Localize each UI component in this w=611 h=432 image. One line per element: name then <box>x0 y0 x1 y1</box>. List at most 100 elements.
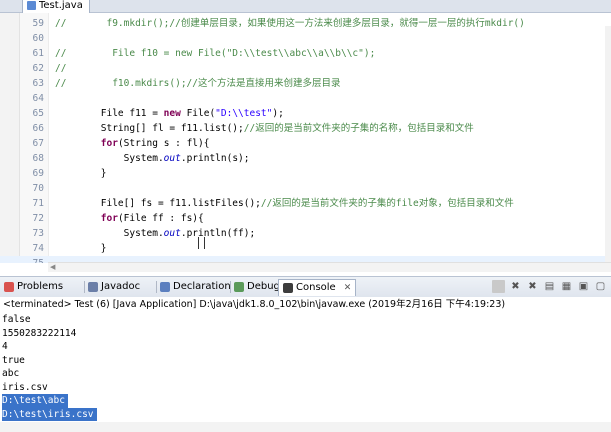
code-text: System.out.println(s); <box>55 151 250 166</box>
code-text: String[] fl = f11.list();//返回的是当前文件夹的子集的… <box>55 121 474 136</box>
line-number: 72 <box>32 213 44 224</box>
editor-tab-label: Test.java <box>39 0 83 11</box>
tab-label: Javadoc <box>101 281 141 292</box>
console-output[interactable]: false 1550283222114 4 true abc iris.csv D:\tes… <box>0 313 611 432</box>
code-line[interactable]: 66 String[] fl = f11.list();//返回的是当前文件夹的… <box>0 121 611 136</box>
line-number: 74 <box>32 243 44 254</box>
code-text: System.out.println(ff); <box>55 226 256 241</box>
java-file-icon <box>27 1 36 10</box>
code-text: } <box>55 166 107 181</box>
code-token: // f9.mkdir();//创建单层目录，如果使用这一方法来创建多层目录，就… <box>55 18 525 29</box>
code-token: // File f10 = new File("D:\\test\\abc\\a… <box>55 48 376 59</box>
code-line[interactable]: 74 } <box>0 241 611 256</box>
code-line[interactable]: 60 <box>0 31 611 46</box>
code-line[interactable]: 61 // File f10 = new File("D:\\test\\abc\… <box>0 46 611 61</box>
editor-tab-test-java[interactable]: Test.java <box>22 0 90 13</box>
code-token: ); <box>272 108 284 119</box>
code-line[interactable]: 72 for(File ff : fs){ <box>0 211 611 226</box>
code-line[interactable]: 69 } <box>0 166 611 181</box>
code-text: } <box>55 241 107 256</box>
console-output-line[interactable]: D:\test\iris.csv <box>2 407 97 421</box>
console-output-line[interactable]: true <box>2 354 25 368</box>
code-text: // <box>55 61 66 76</box>
code-line[interactable]: 59 // f9.mkdir();//创建单层目录，如果使用这一方法来创建多层目录… <box>0 16 611 31</box>
pin-icon[interactable]: ▦ <box>560 280 573 293</box>
code-token: } <box>55 168 107 179</box>
console-toolbar: ✖ ✖ ▤ ▦ ▣ ▢ ▬ ▭ <box>492 278 611 294</box>
console-output-line[interactable]: D:\test\abc <box>2 394 68 408</box>
code-line[interactable]: 71 File[] fs = f11.listFiles();//返回的是当前文… <box>0 196 611 211</box>
line-number: 66 <box>32 123 44 134</box>
console-output-line[interactable]: 1550283222114 <box>2 327 76 341</box>
tab-separator <box>230 281 231 293</box>
code-line[interactable]: 62 // <box>0 61 611 76</box>
code-line[interactable]: 65 File f11 = new File("D:\\test"); <box>0 106 611 121</box>
code-token: .println(ff); <box>180 228 256 239</box>
code-line[interactable]: 63 // f10.mkdirs();//这个方法是直接用来创建多层目录 <box>0 76 611 91</box>
code-line[interactable]: 68 System.out.println(s); <box>0 151 611 166</box>
code-text: File[] fs = f11.listFiles();//返回的是当前文件夹的… <box>55 196 514 211</box>
console-output-line[interactable]: false <box>2 313 31 327</box>
scroll-left-icon[interactable]: ◀ <box>50 263 55 272</box>
code-token: new <box>163 108 181 119</box>
code-text: for(File ff : fs){ <box>55 211 204 226</box>
code-text: // File f10 = new File("D:\\test\\abc\\a… <box>55 46 375 61</box>
editor-horizontal-scrollbar[interactable]: ◀ <box>48 262 611 272</box>
code-token: // <box>55 63 67 74</box>
line-number: 69 <box>32 168 44 179</box>
line-number: 64 <box>32 93 44 104</box>
stop-icon[interactable] <box>492 279 505 293</box>
line-number: 61 <box>32 48 44 59</box>
line-number: 63 <box>32 78 44 89</box>
code-text: File f11 = new File("D:\\test"); <box>55 106 284 121</box>
declaration-icon <box>160 282 170 292</box>
console-horizontal-scrollbar[interactable] <box>0 422 611 432</box>
tab-separator <box>84 281 85 293</box>
tab-label: Problems <box>17 281 64 292</box>
code-token: File f11 = <box>55 108 164 119</box>
code-token: String[] fl = f11.list(); <box>55 123 244 134</box>
tab-javadoc[interactable]: Javadoc <box>88 279 140 295</box>
tab-label: Declaration <box>173 281 231 292</box>
code-line[interactable]: 67 for(String s : fl){ <box>0 136 611 151</box>
code-token: } <box>55 243 107 254</box>
problems-icon <box>4 282 14 292</box>
code-token: File[] fs = f11.listFiles(); <box>55 198 261 209</box>
code-token: for <box>100 138 118 149</box>
debug-icon <box>234 282 244 292</box>
console-status-text: <terminated> Test (6) [Java Application]… <box>3 299 506 310</box>
editor-tab-bar: Test.java <box>0 0 611 13</box>
code-token: (File ff : fs){ <box>117 213 204 224</box>
code-token: out <box>163 153 181 164</box>
open-console-icon[interactable]: ▢ <box>594 280 607 293</box>
console-output-line[interactable]: iris.csv <box>2 381 48 395</box>
remove-all-icon[interactable]: ✖ <box>526 280 539 293</box>
code-token: for <box>100 213 118 224</box>
code-token: .println(s); <box>180 153 250 164</box>
code-line[interactable]: 64 <box>0 91 611 106</box>
code-line[interactable]: 70 <box>0 181 611 196</box>
code-token: "D:\\test" <box>215 108 273 119</box>
code-token: System. <box>55 153 164 164</box>
code-token: //返回的是当前文件夹的子集的file对象，包括目录和文件 <box>260 198 514 209</box>
tab-declaration[interactable]: Declaration <box>160 279 231 295</box>
tab-console[interactable]: Console ✕ <box>278 279 357 296</box>
javadoc-icon <box>88 282 98 292</box>
close-icon[interactable]: ✕ <box>344 280 352 296</box>
code-editor[interactable]: 59 // f9.mkdir();//创建单层目录，如果使用这一方法来创建多层目录… <box>0 13 611 263</box>
tab-problems[interactable]: Problems <box>4 279 63 295</box>
line-number: 67 <box>32 138 44 149</box>
editor-vertical-scrollbar[interactable] <box>605 26 611 263</box>
console-output-line[interactable]: abc <box>2 367 19 381</box>
console-output-line[interactable]: 4 <box>2 340 8 354</box>
display-console-icon[interactable]: ▣ <box>577 280 590 293</box>
line-number: 75 <box>24 256 44 263</box>
code-line[interactable]: 73 System.out.println(ff); <box>0 226 611 241</box>
line-number: 68 <box>32 153 44 164</box>
tab-separator <box>156 281 157 293</box>
remove-launch-icon[interactable]: ✖ <box>509 280 522 293</box>
scroll-lock-icon[interactable]: ▤ <box>543 280 556 293</box>
tab-debug[interactable]: Debug <box>234 279 280 295</box>
